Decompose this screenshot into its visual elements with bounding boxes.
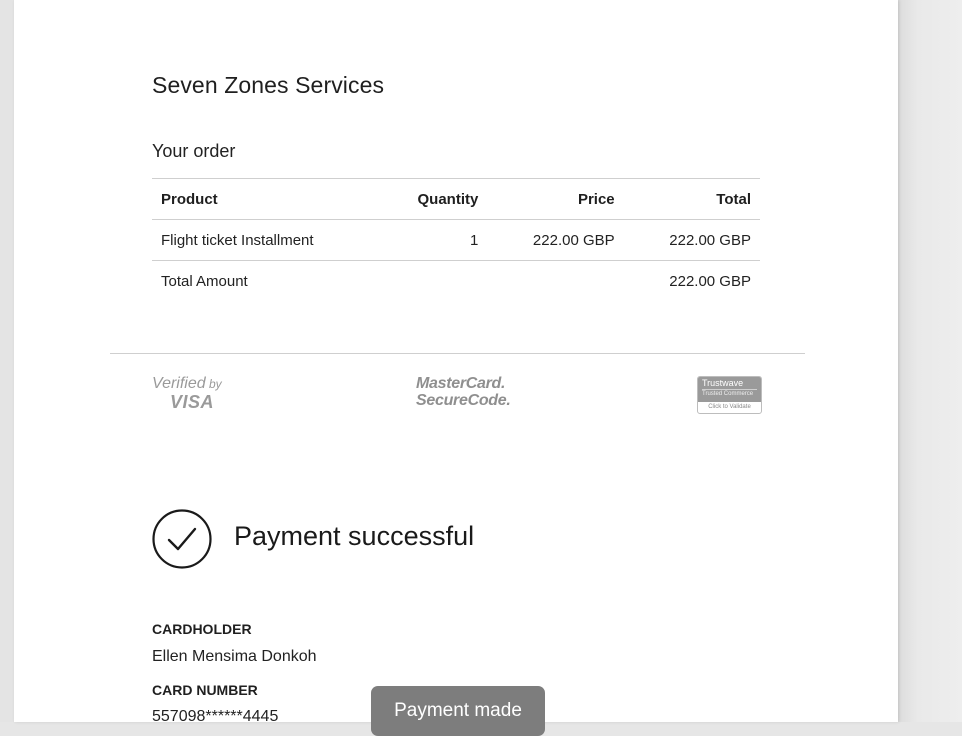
visa-verified-text: Verified — [152, 375, 206, 392]
column-header-product: Product — [152, 178, 364, 220]
trustwave-sub-text: Trusted Commerce — [702, 389, 757, 398]
mastercard-securecode-logo: MasterCard. SecureCode. — [416, 375, 511, 409]
total-amount-value: 222.00 GBP — [623, 260, 760, 301]
cardholder-value: Ellen Mensima Donkoh — [152, 648, 317, 665]
trustwave-text: Trustwave — [702, 378, 744, 388]
item-total: 222.00 GBP — [669, 231, 751, 249]
payment-made-toast: Payment made — [371, 686, 545, 736]
card-number-label: CARD NUMBER — [152, 682, 258, 698]
card-number-value: 557098******4445 — [152, 708, 279, 725]
mastercard-line-2: SecureCode. — [416, 392, 511, 409]
item-quantity: 1 — [470, 231, 479, 249]
order-table-header: Product Quantity Price Total — [152, 178, 760, 220]
order-table: Product Quantity Price Total Flight tick… — [152, 178, 760, 301]
total-amount-label: Total Amount — [152, 260, 364, 301]
trustwave-seal-logo[interactable]: Trustwave Trusted Commerce Click to Vali… — [697, 376, 762, 414]
total-row: Total Amount 222.00 GBP — [152, 260, 760, 301]
column-header-quantity: Quantity — [363, 178, 488, 220]
cardholder-label: CARDHOLDER — [152, 621, 252, 637]
payment-status-text: Payment successful — [234, 521, 475, 551]
section-divider — [110, 353, 805, 354]
backdrop-right — [898, 0, 962, 722]
merchant-name: Seven Zones Services — [152, 72, 385, 98]
trustwave-validate-text: Click to Validate — [708, 404, 751, 410]
column-header-total: Total — [623, 178, 760, 220]
check-circle-icon — [152, 509, 212, 569]
visa-text: VISA — [170, 392, 215, 412]
total-empty-price — [487, 260, 624, 301]
item-product: Flight ticket Installment — [161, 231, 314, 249]
item-price: 222.00 GBP — [532, 231, 615, 249]
payment-receipt-page: Seven Zones Services Your order Product … — [14, 0, 898, 725]
table-row: Flight ticket Installment 1 222.00 GBP 2… — [152, 220, 760, 261]
column-header-price: Price — [487, 178, 624, 220]
order-title: Your order — [152, 141, 236, 161]
total-empty-qty — [363, 260, 488, 301]
mastercard-line-1: MasterCard. — [416, 375, 506, 392]
visa-by-text: by — [209, 377, 222, 391]
backdrop-left — [0, 0, 14, 722]
verified-by-visa-logo: Verified by VISA — [152, 375, 222, 412]
